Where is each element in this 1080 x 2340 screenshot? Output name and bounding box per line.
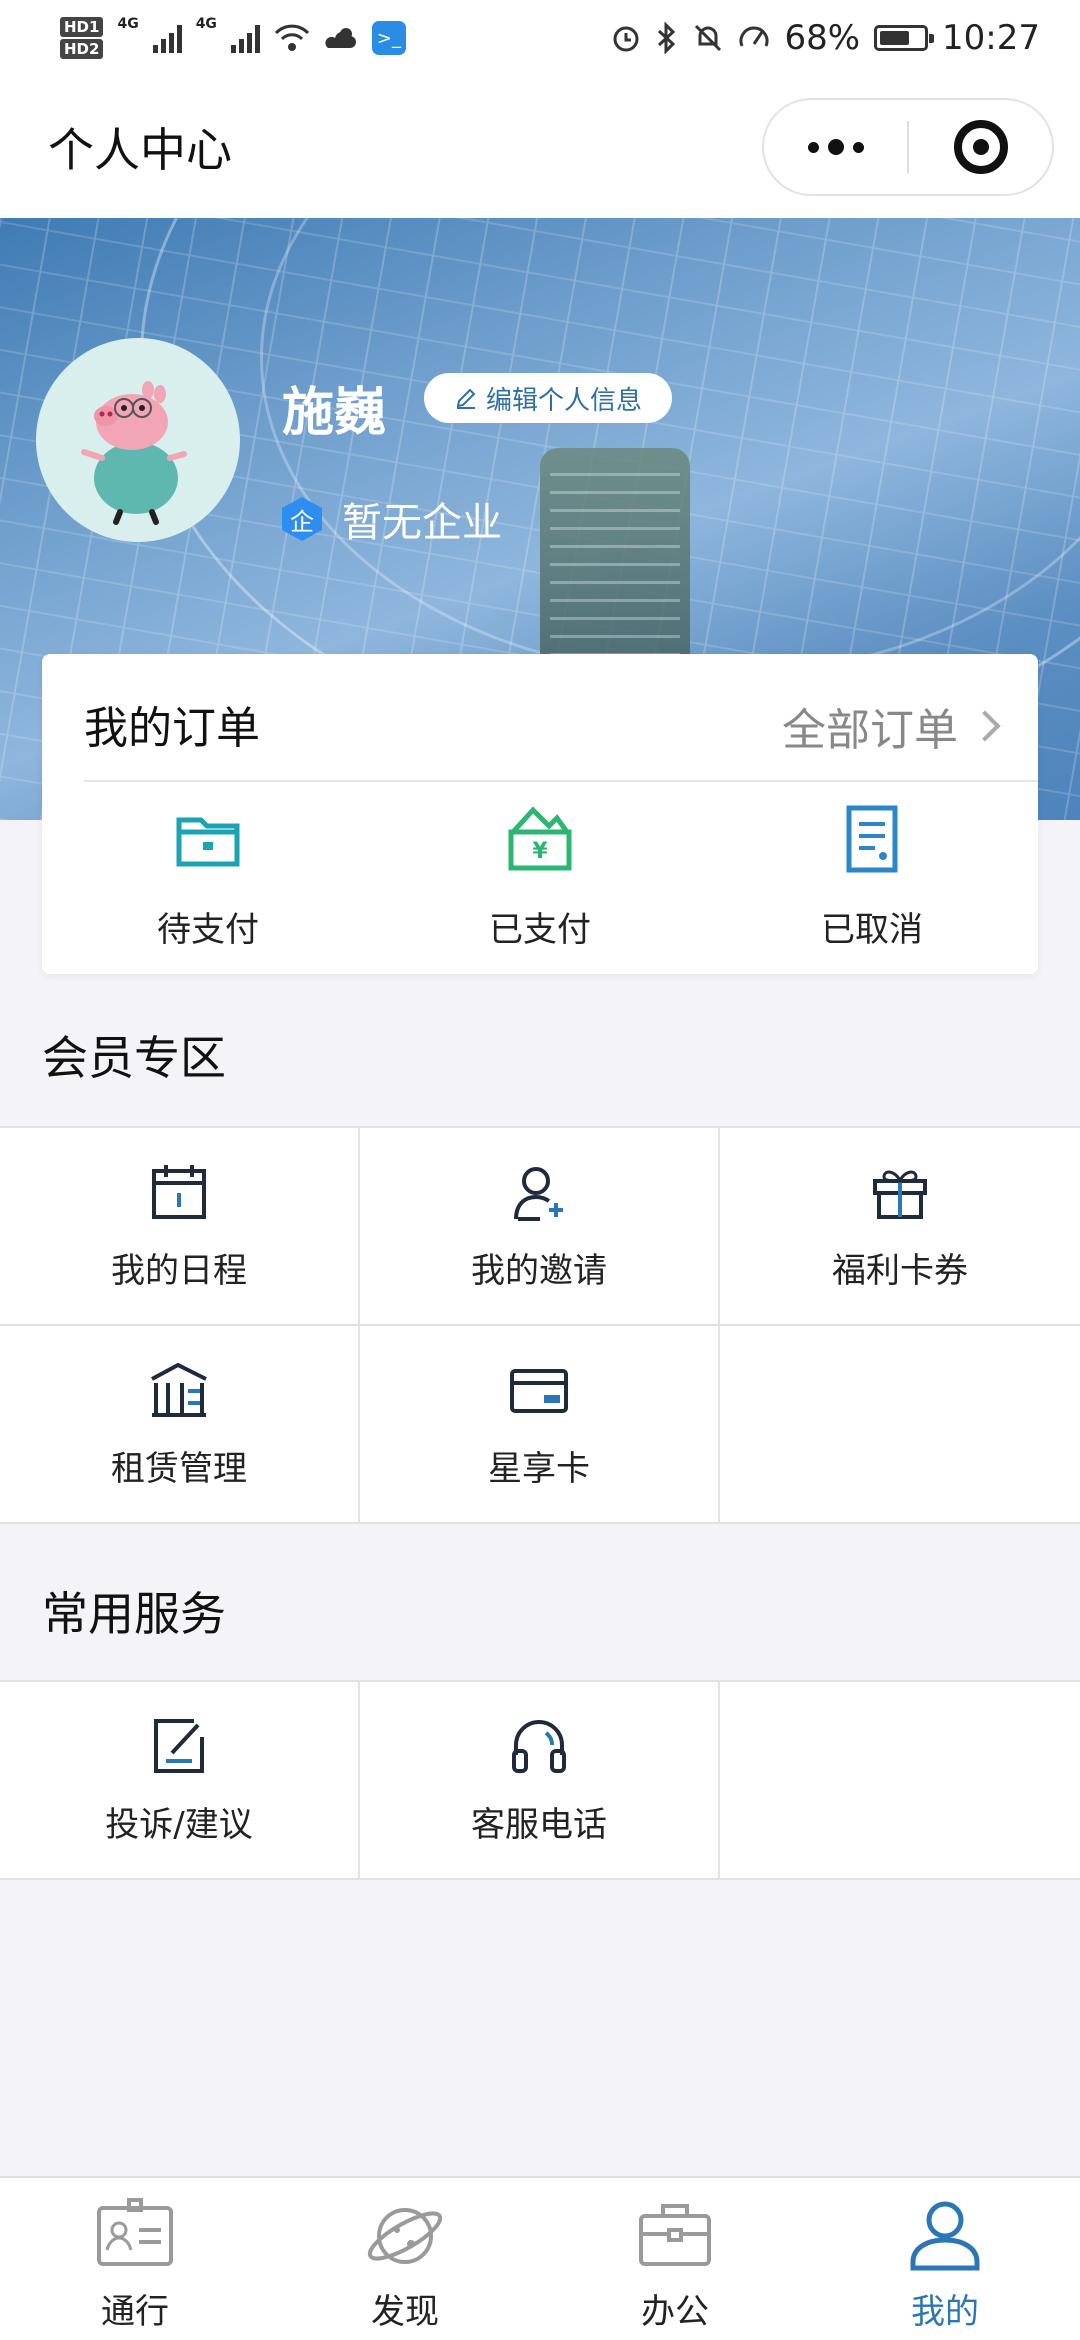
wifi-icon: [274, 24, 310, 51]
more-button[interactable]: [764, 100, 907, 194]
tab-discover[interactable]: 发现: [270, 2178, 540, 2340]
orders-card: 我的订单 全部订单 待支付 ¥ 已支付 已取消: [42, 654, 1038, 974]
hd1-badge: HD1: [60, 17, 104, 37]
empty-cell: [720, 1326, 1080, 1524]
dot-icon: [852, 141, 864, 153]
my-schedule-item[interactable]: 我的日程: [0, 1128, 360, 1326]
welfare-coupon-item[interactable]: 福利卡券: [720, 1128, 1080, 1326]
mini-program-capsule: [762, 98, 1054, 196]
svg-text:¥: ¥: [532, 839, 548, 864]
services-grid: 投诉/建议 客服电话: [0, 1680, 1080, 1880]
all-orders-link[interactable]: 全部订单: [782, 694, 1001, 758]
bottom-tab-bar: 通行 发现 办公 我的: [0, 2176, 1080, 2340]
signal-icon: [152, 23, 182, 53]
headset-icon: [512, 1719, 566, 1773]
battery-icon: [874, 25, 935, 51]
company-name: 暂无企业: [342, 500, 502, 546]
username: 施巍: [282, 383, 387, 443]
title-bar: 个人中心: [0, 76, 1080, 218]
briefcase-icon: [639, 2204, 711, 2266]
hd-indicator: HD1 HD2: [60, 16, 104, 60]
edit-feedback-icon: [154, 1718, 204, 1773]
chevron-right-icon: [969, 710, 1001, 742]
alarm-icon: [613, 26, 639, 52]
order-pending-payment[interactable]: 待支付: [42, 804, 374, 951]
edit-profile-button[interactable]: 编辑个人信息: [424, 373, 672, 423]
bluetooth-icon: [658, 22, 676, 54]
user-icon: [910, 2201, 980, 2271]
tab-label: 办公: [641, 2292, 709, 2332]
star-card-item[interactable]: 星享卡: [360, 1326, 720, 1524]
invite-user-icon: [514, 1166, 563, 1221]
cell-label: 我的邀请: [471, 1250, 607, 1291]
signal-icon: [230, 23, 260, 53]
weather-icon: [325, 28, 356, 48]
page-title: 个人中心: [48, 123, 232, 177]
wallet-icon: [176, 817, 240, 867]
order-label: 待支付: [157, 910, 259, 950]
cell-label: 投诉/建议: [105, 1804, 253, 1845]
avatar[interactable]: [36, 338, 240, 542]
dot-icon: [807, 141, 819, 153]
tab-pass[interactable]: 通行: [0, 2178, 270, 2340]
services-section-title: 常用服务: [42, 1587, 226, 1641]
card-icon: [510, 1368, 568, 1413]
all-orders-label: 全部订单: [782, 705, 958, 756]
complaint-suggestion-item[interactable]: 投诉/建议: [0, 1682, 360, 1880]
company-row: 企 暂无企业: [282, 490, 502, 548]
target-close-icon: [953, 120, 1008, 174]
tab-office[interactable]: 办公: [540, 2178, 810, 2340]
cell-label: 福利卡券: [832, 1250, 968, 1291]
member-section-title: 会员专区: [42, 1031, 226, 1085]
customer-service-item[interactable]: 客服电话: [360, 1682, 720, 1880]
close-button[interactable]: [909, 100, 1052, 194]
building-icon: [151, 1362, 207, 1417]
edit-profile-label: 编辑个人信息: [485, 385, 642, 416]
tab-mine[interactable]: 我的: [810, 2178, 1080, 2340]
document-cancel-icon: [846, 805, 898, 873]
tab-label: 发现: [371, 2292, 439, 2332]
battery-percent: 68%: [784, 18, 861, 58]
orders-title: 我的订单: [84, 703, 260, 754]
calendar-icon: [152, 1164, 206, 1219]
empty-cell: [720, 1682, 1080, 1880]
battery-level: [880, 31, 909, 45]
pig-avatar-icon: [81, 381, 187, 525]
clock: 10:27: [942, 18, 1040, 58]
member-grid: 我的日程 我的邀请 福利卡券 租赁管理 星享卡: [0, 1126, 1080, 1524]
terminal-app-icon: >_: [371, 21, 406, 55]
cell-label: 客服电话: [471, 1804, 607, 1845]
tab-label: 通行: [101, 2292, 169, 2332]
order-label: 已取消: [821, 910, 923, 950]
money-paid-icon: ¥: [508, 806, 572, 871]
network-type-2: 4G: [195, 16, 217, 32]
tab-label: 我的: [911, 2292, 979, 2332]
hd2-badge: HD2: [60, 39, 104, 59]
pencil-icon: [456, 388, 476, 409]
cell-label: 我的日程: [111, 1250, 247, 1291]
cell-label: 星享卡: [488, 1448, 590, 1489]
order-cancelled[interactable]: 已取消: [706, 804, 1038, 951]
speed-icon: [739, 26, 769, 47]
order-status-row: 待支付 ¥ 已支付 已取消: [42, 804, 1038, 951]
mute-icon: [695, 24, 722, 52]
gift-icon: [873, 1170, 927, 1219]
divider: [84, 780, 1038, 782]
status-bar: HD1 HD2 4G 4G >_ 68% 10:27: [0, 0, 1080, 76]
order-label: 已支付: [489, 910, 591, 950]
enterprise-badge-icon: 企: [282, 497, 322, 541]
dot-icon: [827, 139, 844, 155]
id-card-icon: [97, 2198, 173, 2266]
order-paid[interactable]: ¥ 已支付: [374, 804, 706, 951]
network-type-1: 4G: [117, 16, 139, 32]
cell-label: 租赁管理: [111, 1448, 247, 1489]
lease-management-item[interactable]: 租赁管理: [0, 1326, 360, 1524]
my-invite-item[interactable]: 我的邀请: [360, 1128, 720, 1326]
planet-icon: [367, 2208, 443, 2264]
